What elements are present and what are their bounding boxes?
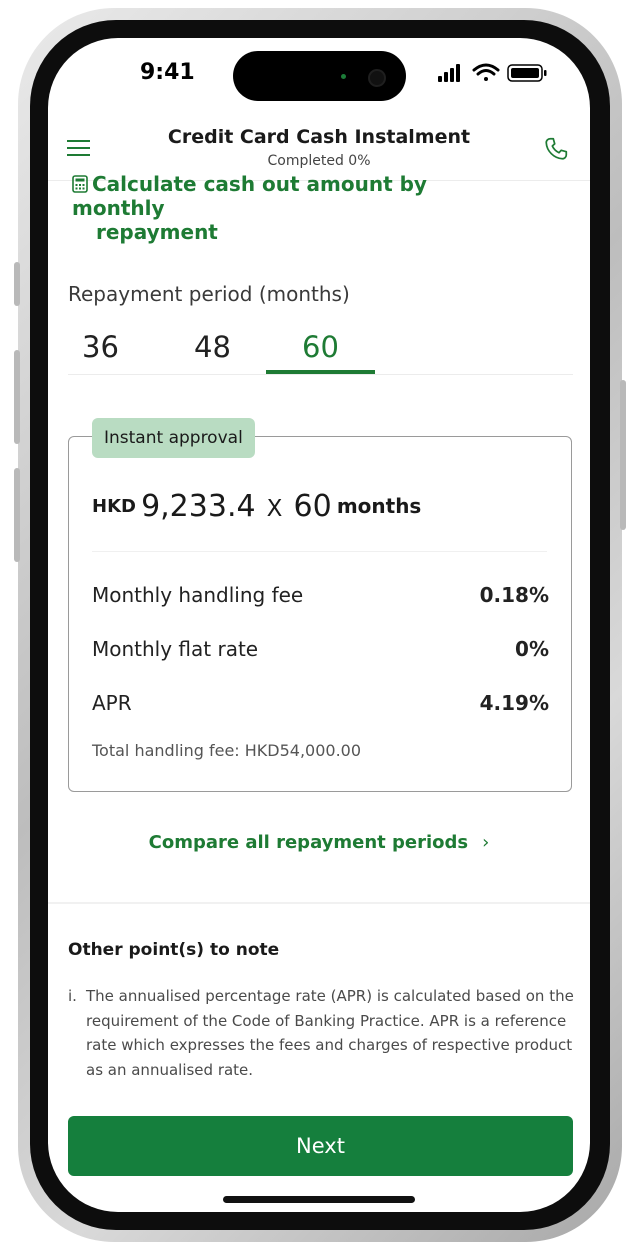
calculate-by-monthly-repayment-link[interactable]: Calculate cash out amount by monthly rep… bbox=[72, 172, 492, 244]
fee-row-label: APR bbox=[92, 691, 132, 715]
action-button bbox=[14, 262, 20, 306]
calc-link-text-1: Calculate cash out amount by monthly bbox=[72, 172, 427, 220]
apr-row: APR 4.19% bbox=[92, 691, 549, 717]
card-divider bbox=[92, 551, 547, 552]
monthly-repayment-summary: HKD 9,233.4 X 60 months bbox=[92, 489, 421, 524]
note-text: The annualised percentage rate (APR) is … bbox=[86, 987, 574, 1079]
currency-label: HKD bbox=[92, 496, 136, 517]
offer-card: Instant approval HKD 9,233.4 X 60 months… bbox=[68, 418, 572, 792]
calc-link-text-2: repayment bbox=[96, 220, 218, 244]
power-button bbox=[620, 380, 626, 530]
multiplier-sign: X bbox=[266, 496, 283, 522]
tab-36-months[interactable]: 36 bbox=[68, 330, 133, 364]
notes-title: Other point(s) to note bbox=[68, 940, 280, 960]
repayment-period-tabs: 36 48 60 bbox=[68, 318, 573, 375]
calculator-icon bbox=[72, 175, 88, 193]
tab-48-months[interactable]: 48 bbox=[180, 330, 245, 364]
fee-row-label: Monthly flat rate bbox=[92, 637, 259, 661]
months-count: 60 bbox=[293, 489, 332, 524]
phone-icon[interactable] bbox=[543, 136, 569, 162]
instant-approval-badge: Instant approval bbox=[92, 418, 255, 458]
status-bar: 9:41 bbox=[48, 38, 590, 118]
monthly-amount: 9,233.4 bbox=[141, 489, 256, 524]
progress-label: Completed 0% bbox=[267, 153, 371, 169]
repayment-period-label: Repayment period (months) bbox=[68, 282, 350, 306]
front-camera-icon bbox=[368, 69, 386, 87]
fee-row-label: Monthly handling fee bbox=[92, 583, 304, 607]
wifi-icon bbox=[472, 63, 500, 81]
volume-down-button bbox=[14, 468, 20, 562]
status-icons bbox=[438, 63, 547, 82]
section-divider bbox=[48, 902, 590, 904]
dynamic-island bbox=[233, 51, 406, 101]
months-label: months bbox=[336, 494, 422, 518]
monthly-handling-fee-row: Monthly handling fee 0.18% bbox=[92, 583, 549, 609]
compare-repayment-periods-link[interactable]: Compare all repayment periods › bbox=[48, 832, 590, 853]
monthly-flat-rate-row: Monthly flat rate 0% bbox=[92, 637, 549, 663]
app-screen: 9:41 Credit Card Cash Instalment Complet… bbox=[48, 38, 590, 1212]
privacy-indicator-icon bbox=[341, 74, 346, 79]
selected-tab-indicator bbox=[266, 370, 375, 374]
battery-icon bbox=[507, 64, 547, 82]
fee-row-value: 0.18% bbox=[479, 583, 549, 607]
chevron-right-icon: › bbox=[482, 832, 490, 853]
tab-60-months[interactable]: 60 bbox=[266, 330, 375, 364]
note-marker: i. bbox=[68, 987, 77, 1005]
fee-row-value: 0% bbox=[515, 637, 549, 661]
status-time: 9:41 bbox=[140, 60, 195, 85]
next-button[interactable]: Next bbox=[68, 1116, 573, 1176]
page-title: Credit Card Cash Instalment bbox=[167, 126, 471, 148]
signal-icon bbox=[438, 64, 460, 82]
home-indicator bbox=[223, 1196, 415, 1203]
fee-row-value: 4.19% bbox=[479, 691, 549, 715]
total-handling-fee: Total handling fee: HKD54,000.00 bbox=[92, 741, 362, 760]
volume-up-button bbox=[14, 350, 20, 444]
compare-link-label: Compare all repayment periods bbox=[148, 832, 469, 853]
